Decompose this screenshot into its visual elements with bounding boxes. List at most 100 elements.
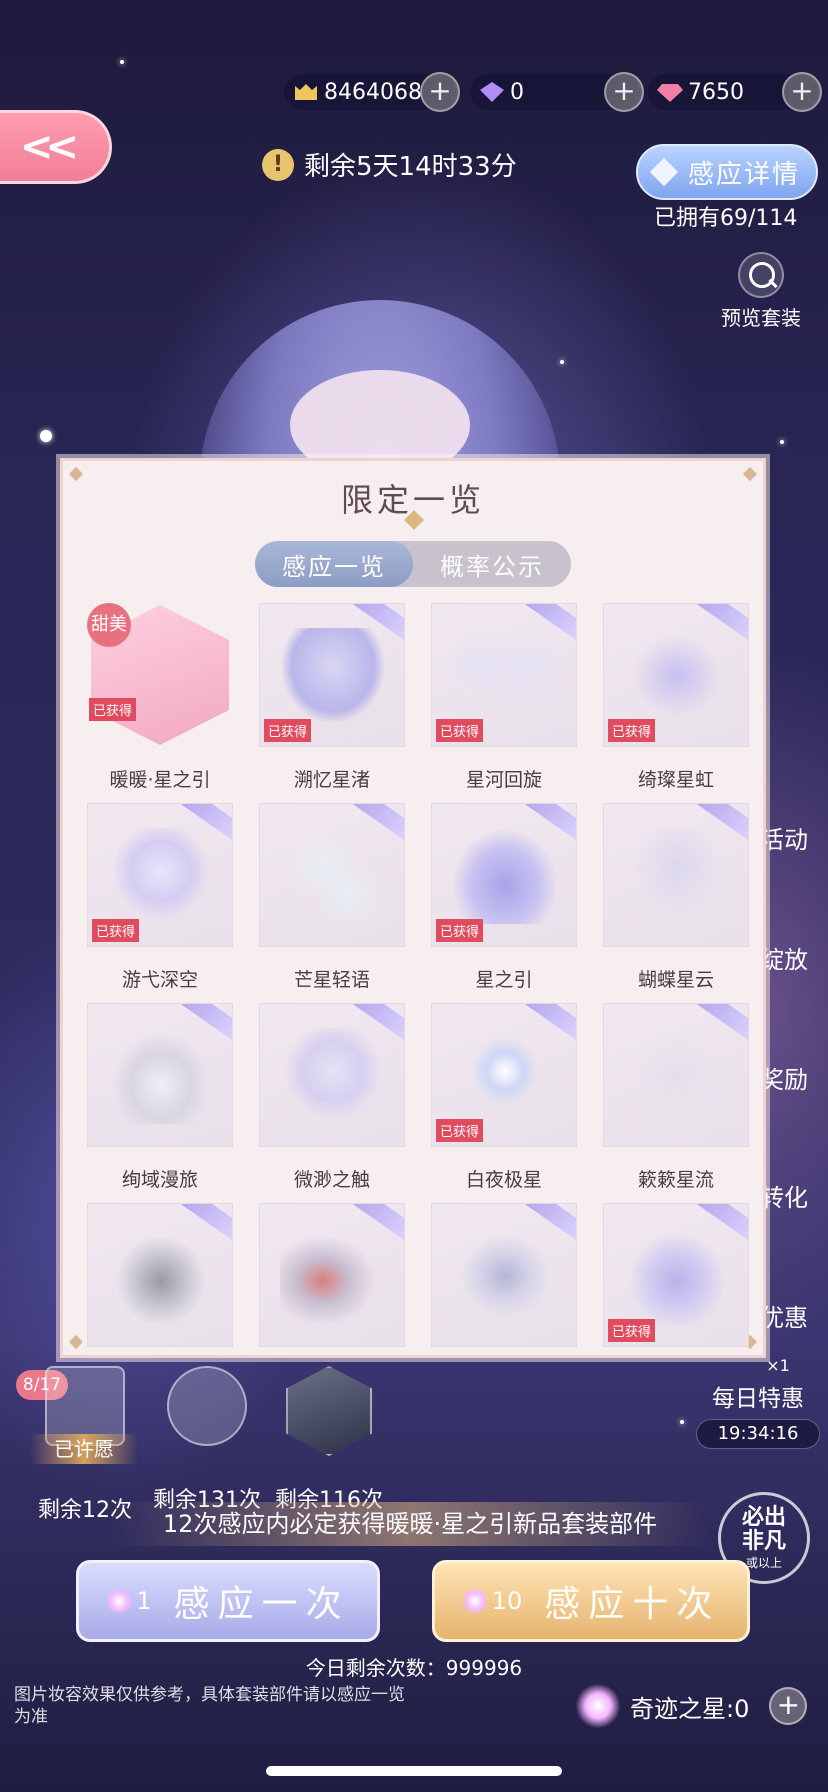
- induce-once-count: 1: [136, 1587, 152, 1615]
- item-cell[interactable]: 蝴蝶星云: [603, 803, 749, 992]
- item-cell[interactable]: [259, 1203, 405, 1347]
- item-name: 芒星轻语: [293, 969, 370, 991]
- item-art: [452, 828, 558, 924]
- side-label-bloom[interactable]: 绽放: [760, 940, 808, 975]
- home-indicator[interactable]: [266, 1766, 562, 1776]
- item-cell[interactable]: 簌簌星流: [603, 1003, 749, 1192]
- item-card[interactable]: [431, 1203, 577, 1347]
- item-cell[interactable]: 已获得 白夜极星: [431, 1003, 577, 1192]
- pink-diamond-icon: [657, 84, 683, 102]
- item-card[interactable]: [259, 1003, 405, 1147]
- item-card[interactable]: [87, 1003, 233, 1147]
- daily-deal-timer: 19:34:16: [696, 1419, 820, 1449]
- miracle-star-count: 奇迹之星:0: [630, 1694, 750, 1723]
- item-cell[interactable]: 已获得 绮璨星虹: [603, 603, 749, 792]
- item-cell[interactable]: 甜美 已获得 暖暖·星之引: [87, 603, 233, 792]
- daily-deal[interactable]: ×1 每日特惠 19:34:16: [696, 1356, 820, 1449]
- item-name: 星之引: [475, 969, 533, 991]
- disclaimer-text: 图片妆容效果仅供参考，具体套装部件请以感应一览为准: [14, 1685, 405, 1727]
- item-cell[interactable]: [87, 1203, 233, 1347]
- item-cell[interactable]: 芒星轻语: [259, 803, 405, 992]
- item-card-featured[interactable]: 甜美 已获得: [87, 603, 233, 747]
- item-art: [452, 628, 558, 724]
- event-timer: ! 剩余5天14时33分: [262, 146, 517, 183]
- back-button[interactable]: <<: [0, 110, 112, 184]
- obtained-badge: 已获得: [436, 719, 484, 742]
- item-card[interactable]: 已获得: [431, 1003, 577, 1147]
- item-name: 暖暖·星之引: [109, 769, 211, 791]
- item-cell[interactable]: 已获得: [603, 1203, 749, 1347]
- currency-gold-value: 8464068: [324, 79, 422, 105]
- item-cell[interactable]: 已获得 星之引: [431, 803, 577, 992]
- item-card[interactable]: [603, 1003, 749, 1147]
- item-card[interactable]: 已获得: [431, 803, 577, 947]
- wish-label: 已许愿: [30, 1434, 138, 1464]
- seal-line-2: 非凡: [741, 1528, 786, 1554]
- item-cell[interactable]: 已获得 星河回旋: [431, 603, 577, 792]
- item-card[interactable]: 已获得: [603, 1203, 749, 1347]
- item-art: [624, 1028, 730, 1124]
- side-label-discount[interactable]: 优惠: [760, 1298, 808, 1333]
- item-card[interactable]: [603, 803, 749, 947]
- item-card[interactable]: [259, 1203, 405, 1347]
- prize-3[interactable]: 剩余116次: [274, 1366, 384, 1514]
- item-cell[interactable]: 已获得 溯忆星渚: [259, 603, 405, 792]
- item-art: [452, 1028, 558, 1124]
- item-cell[interactable]: 已获得 游弋深空: [87, 803, 233, 992]
- item-art: [280, 828, 386, 924]
- sparkle-icon: [106, 1588, 133, 1614]
- item-name: 溯忆星渚: [293, 769, 370, 791]
- obtained-badge: 已获得: [264, 719, 312, 742]
- add-miracle-star-button[interactable]: +: [769, 1687, 808, 1725]
- item-name: 绮璨星虹: [637, 769, 714, 791]
- currency-diamond: 7650 +: [648, 72, 822, 112]
- exclamation-icon: !: [262, 148, 294, 181]
- obtained-badge: 已获得: [608, 719, 656, 742]
- diamond-icon: [649, 157, 679, 187]
- induce-once-button[interactable]: 1 感应一次: [76, 1560, 380, 1642]
- item-tag: 甜美: [87, 603, 131, 647]
- guarantee-banner: 12次感应内必定获得暖暖·星之引新品套装部件: [110, 1502, 710, 1546]
- induction-details-button[interactable]: 感应详情: [636, 144, 818, 200]
- item-name: 绚域漫旅: [121, 1169, 198, 1191]
- item-card[interactable]: 已获得: [87, 803, 233, 947]
- induce-ten-button[interactable]: 10 感应十次: [432, 1560, 750, 1642]
- item-cell[interactable]: 绚域漫旅: [87, 1003, 233, 1192]
- side-label-reward[interactable]: 奖励: [760, 1060, 808, 1095]
- magnifier-icon: [738, 252, 784, 298]
- modal-tabs: 感应一览 概率公示: [255, 541, 571, 587]
- item-card[interactable]: 已获得: [431, 603, 577, 747]
- item-card[interactable]: [87, 1203, 233, 1347]
- item-card[interactable]: 已获得: [259, 603, 405, 747]
- remaining-today: 今日剩余次数：999996: [305, 1656, 523, 1680]
- owned-count: 已拥有69/114: [654, 206, 798, 231]
- add-gold-button[interactable]: +: [420, 72, 460, 112]
- item-card[interactable]: [259, 803, 405, 947]
- obtained-badge: 已获得: [436, 919, 484, 942]
- side-label-activity[interactable]: 活动: [760, 820, 808, 855]
- item-art: [108, 828, 214, 924]
- daily-deal-count: ×1: [766, 1356, 790, 1375]
- prize-2[interactable]: 剩余131次: [152, 1366, 262, 1514]
- item-card[interactable]: 已获得: [603, 603, 749, 747]
- timer-text: 剩余5天14时33分: [304, 152, 517, 182]
- limited-overview-modal: 限定一览 感应一览 概率公示 甜美 已获得 暖暖·星之引 已获得 溯忆星渚 已获…: [60, 458, 766, 1358]
- item-cell[interactable]: [431, 1203, 577, 1347]
- item-art: [452, 1228, 558, 1324]
- side-label-convert[interactable]: 转化: [760, 1178, 808, 1213]
- preview-suit-label: 预览套装: [721, 306, 801, 330]
- preview-suit-button[interactable]: 预览套装: [716, 252, 806, 331]
- item-cell[interactable]: 微渺之触: [259, 1003, 405, 1192]
- currency-diamond-value: 7650: [688, 79, 744, 105]
- obtained-badge: 已获得: [436, 1119, 484, 1142]
- add-diamond-button[interactable]: +: [782, 72, 822, 112]
- double-chevron-left-icon: <<: [19, 124, 79, 170]
- add-crystal-button[interactable]: +: [604, 72, 644, 112]
- gold-coin-icon: [295, 84, 317, 100]
- daily-deal-label: 每日特惠: [712, 1386, 804, 1412]
- purple-crystal-icon: [480, 82, 504, 102]
- tab-induction-overview[interactable]: 感应一览: [255, 541, 413, 587]
- item-art: [280, 1228, 386, 1324]
- item-name: 星河回旋: [465, 769, 542, 791]
- tab-probability[interactable]: 概率公示: [413, 541, 571, 587]
